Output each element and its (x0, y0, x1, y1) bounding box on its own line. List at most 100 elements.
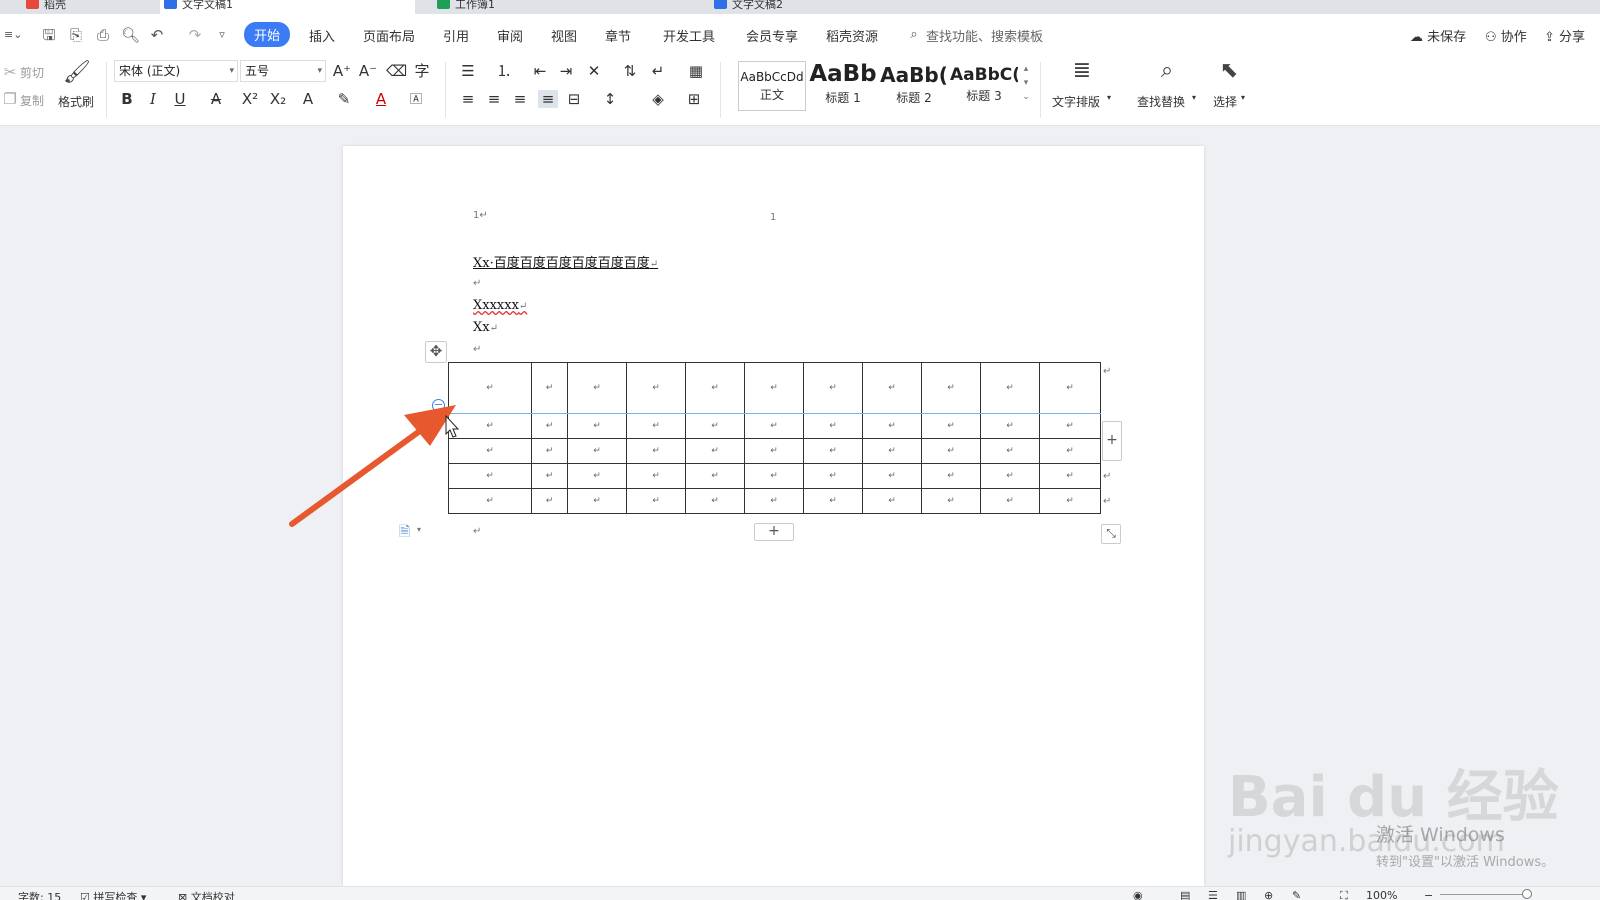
spell-check-toggle[interactable]: ☑ 拼写检查 ▾ (80, 889, 146, 900)
text-line-xx[interactable]: Xx↵ (473, 320, 498, 335)
tab-daoke[interactable]: 稻壳 (22, 0, 152, 14)
table-cell[interactable]: ↵ (531, 488, 568, 514)
grow-font-icon[interactable]: A⁺ (332, 62, 352, 80)
text-effect-icon[interactable]: A (298, 90, 318, 108)
table-cell[interactable]: ↵ (567, 463, 627, 489)
copy-button[interactable]: 复制 (20, 92, 44, 109)
bullet-list-icon[interactable]: ☰ (458, 62, 478, 80)
menu-tab-chapter[interactable]: 章节 (605, 26, 631, 45)
text-line-xxxxxx[interactable]: Xxxxxx↵ (473, 298, 527, 313)
table-cell[interactable]: ↵ (862, 438, 922, 464)
table-cell[interactable]: ↵ (531, 413, 568, 439)
font-size-select[interactable]: 五号 ▾ (240, 60, 326, 82)
format-painter-button[interactable]: 格式刷 (58, 93, 94, 110)
table-cell[interactable]: ↵ (980, 463, 1040, 489)
add-row-button[interactable]: + (754, 523, 794, 541)
show-hide-marks-icon[interactable]: ↵ (648, 62, 668, 80)
reading-view-icon[interactable]: ▥ (1236, 889, 1246, 900)
table-cell[interactable]: ↵ (685, 438, 745, 464)
table-cell[interactable]: ↵ (862, 488, 922, 514)
paste-options-icon[interactable]: 🗎 (399, 521, 410, 545)
table-cell[interactable]: ↵ (448, 488, 532, 514)
table-cell[interactable]: ↵ (862, 413, 922, 439)
share-button[interactable]: ⇪ 分享 (1544, 26, 1585, 45)
table-cell[interactable]: ↵ (744, 463, 804, 489)
table-cell[interactable]: ↵ (803, 362, 863, 414)
superscript-icon[interactable]: X² (240, 90, 260, 108)
table-cell[interactable]: ↵ (567, 362, 627, 414)
justify-icon[interactable]: ≡ (538, 90, 558, 108)
table-cell[interactable]: ↵ (803, 488, 863, 514)
table-cell[interactable]: ↵ (1039, 463, 1101, 489)
phonetic-guide-icon[interactable]: 字 (412, 62, 432, 80)
table-cell[interactable]: ↵ (685, 362, 745, 414)
table-cell[interactable]: ↵ (448, 362, 532, 414)
table-cell[interactable]: ↵ (531, 463, 568, 489)
table-cell[interactable]: ↵ (744, 413, 804, 439)
magnifier-icon[interactable]: ⌕ (1152, 58, 1182, 83)
title-line[interactable]: Xx·百度百度百度百度百度百度↵ (473, 252, 658, 271)
web-view-icon[interactable]: ⊕ (1264, 889, 1273, 900)
table-cell[interactable]: ↵ (531, 438, 568, 464)
table-cell[interactable]: ↵ (1039, 413, 1101, 439)
tab-document-1[interactable]: 文字文稿1 (160, 0, 415, 14)
table-cell[interactable]: ↵ (921, 438, 981, 464)
menu-tab-page-layout[interactable]: 页面布局 (363, 26, 415, 45)
table-row[interactable]: ↵ ↵ ↵ ↵ ↵ ↵ ↵ ↵ ↵ ↵ ↵ (448, 463, 1101, 489)
bold-icon[interactable]: B (117, 90, 137, 108)
text-layout-icon[interactable]: ≣ (1067, 58, 1097, 83)
table-cell[interactable]: ↵ (744, 438, 804, 464)
shrink-font-icon[interactable]: A⁻ (358, 62, 378, 80)
undo-icon[interactable]: ↶ (148, 26, 166, 44)
table-cell[interactable]: ↵ (626, 463, 686, 489)
style-heading-1[interactable]: AaBb 标题 1 (808, 61, 878, 111)
style-normal[interactable]: AaBbCcDd 正文 (738, 61, 806, 111)
align-center-icon[interactable]: ≡ (484, 90, 504, 108)
unsaved-status-button[interactable]: ☁ 未保存 (1410, 26, 1466, 45)
table-cell[interactable]: ↵ (862, 463, 922, 489)
table-cell[interactable]: ↵ (803, 413, 863, 439)
distribute-icon[interactable]: ⊟ (564, 90, 584, 108)
clear-format-icon[interactable]: ⌫ (386, 62, 407, 80)
table-cell[interactable]: ↵ (685, 413, 745, 439)
styles-scroll-icon[interactable]: ▴ ▾ ⌄ (1016, 62, 1036, 104)
menu-tab-view[interactable]: 视图 (551, 26, 577, 45)
line-spacing-icon[interactable]: ↕ (600, 90, 620, 108)
sort-icon[interactable]: ⇅ (620, 62, 640, 80)
table-grid-icon[interactable]: ▦ (686, 62, 706, 80)
table-move-handle[interactable]: ✥ (425, 341, 447, 363)
menu-chevron-icon[interactable]: ≡⌄ (4, 26, 22, 44)
table-cell[interactable]: ↵ (567, 488, 627, 514)
table-cell[interactable]: ↵ (626, 362, 686, 414)
select-button[interactable]: 选择 (1213, 93, 1237, 110)
table-cell[interactable]: ↵ (744, 362, 804, 414)
zoom-slider[interactable] (1440, 894, 1530, 895)
document-page[interactable]: 1↵ 1 Xx·百度百度百度百度百度百度↵ ↵ Xxxxxx↵ Xx↵ ↵ ✥ … (343, 146, 1204, 886)
menu-tab-review[interactable]: 审阅 (497, 26, 523, 45)
feature-search-input[interactable]: 查找功能、搜索模板 (926, 26, 1043, 45)
chevron-down-icon[interactable]: ▾ (417, 525, 421, 534)
page-view-icon[interactable]: ▤ (1180, 889, 1190, 900)
eye-protection-icon[interactable]: ◉ (1133, 889, 1143, 900)
char-border-icon[interactable]: 🄰 (406, 90, 426, 108)
zoom-level[interactable]: 100% (1366, 889, 1397, 900)
add-column-button[interactable]: + (1102, 421, 1122, 461)
output-pdf-icon[interactable]: ⎘ (67, 26, 85, 44)
zoom-out-icon[interactable]: − (1424, 889, 1433, 900)
table-cell[interactable]: ↵ (448, 463, 532, 489)
table-cell[interactable]: ↵ (626, 413, 686, 439)
decrease-indent-icon[interactable]: ⇤ (530, 62, 550, 80)
table-cell[interactable]: ↵ (862, 362, 922, 414)
font-color-icon[interactable]: A (371, 90, 391, 108)
find-replace-button[interactable]: 查找替换 (1137, 93, 1185, 110)
table-resize-handle[interactable]: ⤡ (1101, 524, 1121, 544)
table-cell[interactable]: ↵ (567, 413, 627, 439)
table-cell[interactable]: ↵ (1039, 438, 1101, 464)
menu-tab-home[interactable]: 开始 (244, 22, 291, 47)
edit-view-icon[interactable]: ✎ (1292, 889, 1301, 900)
table-cell[interactable]: ↵ (626, 438, 686, 464)
delete-row-icon[interactable]: − (432, 399, 445, 412)
strikethrough-icon[interactable]: A (206, 90, 226, 108)
table-cell[interactable]: ↵ (744, 488, 804, 514)
table-row[interactable]: ↵ ↵ ↵ ↵ ↵ ↵ ↵ ↵ ↵ ↵ ↵ (448, 362, 1101, 414)
